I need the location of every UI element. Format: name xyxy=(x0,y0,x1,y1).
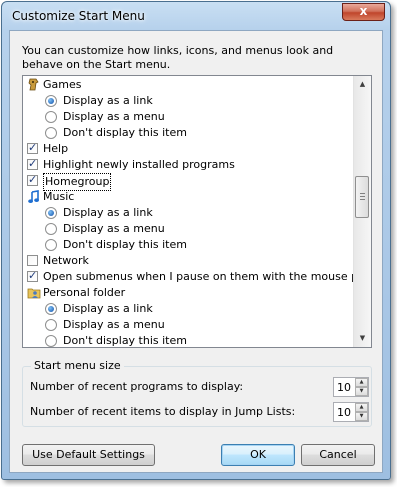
close-button[interactable]: x xyxy=(342,3,385,21)
spin-up-icon[interactable]: ▲ xyxy=(355,378,368,387)
list-scrollbar[interactable]: ▲ ▼ xyxy=(353,76,371,347)
description-text: You can customize how links, icons, and … xyxy=(22,44,334,71)
radio-label[interactable]: Display as a link xyxy=(63,93,153,109)
list-header: Personal folder xyxy=(23,285,353,301)
spin-down-icon[interactable]: ▼ xyxy=(355,387,368,396)
radio-button[interactable] xyxy=(45,111,57,123)
checkbox[interactable] xyxy=(27,156,38,172)
checkbox[interactable] xyxy=(27,255,38,266)
list-radio-item[interactable]: Display as a link xyxy=(23,205,353,221)
radio-label[interactable]: Don't display this item xyxy=(63,237,187,253)
recent-programs-value[interactable]: 10 xyxy=(337,381,351,394)
checkbox-label[interactable]: Help xyxy=(43,141,68,157)
scroll-up-icon[interactable]: ▲ xyxy=(354,76,371,93)
radio-label[interactable]: Don't display this item xyxy=(63,125,187,141)
checkbox-label[interactable]: Open submenus when I pause on them with … xyxy=(43,269,371,285)
cancel-button[interactable]: Cancel xyxy=(301,444,375,466)
radio-button[interactable] xyxy=(45,127,57,139)
list-checkbox-item[interactable]: Help xyxy=(23,140,353,157)
list-radio-item[interactable]: Don't display this item xyxy=(23,125,353,141)
close-icon: x xyxy=(359,4,368,18)
list-checkbox-item[interactable]: Homegroup xyxy=(23,172,353,191)
start-menu-size-title: Start menu size xyxy=(31,359,124,372)
radio-button[interactable] xyxy=(45,207,57,219)
spin-up-icon[interactable]: ▲ xyxy=(355,403,368,412)
radio-label[interactable]: Don't display this item xyxy=(63,333,187,347)
checkbox-label[interactable]: Network xyxy=(43,253,89,269)
list-radio-item[interactable]: Don't display this item xyxy=(23,237,353,253)
games-icon xyxy=(28,78,39,91)
list-radio-item[interactable]: Display as a menu xyxy=(23,221,353,237)
list-header-label: Personal folder xyxy=(43,286,126,299)
list-radio-item[interactable]: Display as a menu xyxy=(23,317,353,333)
recent-programs-label: Number of recent programs to display: xyxy=(30,380,244,393)
radio-label[interactable]: Display as a menu xyxy=(63,109,165,125)
radio-button[interactable] xyxy=(45,319,57,331)
music-icon xyxy=(28,190,39,203)
list-header-label: Games xyxy=(43,78,82,91)
title-bar[interactable]: Customize Start Menu x xyxy=(2,2,390,30)
checkbox[interactable] xyxy=(27,140,38,156)
radio-label[interactable]: Display as a link xyxy=(63,205,153,221)
recent-items-value[interactable]: 10 xyxy=(337,406,351,419)
recent-items-label: Number of recent items to display in Jum… xyxy=(30,405,296,418)
list-checkbox-item[interactable]: Highlight newly installed programs xyxy=(23,156,353,173)
window-title: Customize Start Menu xyxy=(12,9,145,23)
radio-button[interactable] xyxy=(45,95,57,107)
radio-label[interactable]: Display as a menu xyxy=(63,221,165,237)
list-radio-item[interactable]: Display as a link xyxy=(23,301,353,317)
dialog-body: You can customize how links, icons, and … xyxy=(9,30,383,473)
radio-button[interactable] xyxy=(45,223,57,235)
list-header-label: Music xyxy=(43,190,75,203)
checkbox[interactable] xyxy=(27,268,38,284)
options-list[interactable]: Games Display as a link Display as a menu D… xyxy=(22,75,372,348)
recent-items-spinner[interactable]: 10 ▲ ▼ xyxy=(333,402,369,422)
recent-programs-spinner[interactable]: 10 ▲ ▼ xyxy=(333,377,369,397)
radio-button[interactable] xyxy=(45,303,57,315)
personal-folder-icon xyxy=(27,288,41,299)
list-header: Music xyxy=(23,189,353,205)
list-radio-item[interactable]: Display as a menu xyxy=(23,109,353,125)
radio-button[interactable] xyxy=(45,239,57,251)
radio-button[interactable] xyxy=(45,335,57,347)
radio-label[interactable]: Display as a link xyxy=(63,301,153,317)
use-default-settings-button[interactable]: Use Default Settings xyxy=(22,444,155,466)
list-checkbox-item[interactable]: Network xyxy=(23,253,353,269)
spin-down-icon[interactable]: ▼ xyxy=(355,412,368,421)
checkbox[interactable] xyxy=(27,172,38,188)
customize-start-menu-window: Customize Start Menu x You can customize… xyxy=(1,1,391,480)
ok-button[interactable]: OK xyxy=(221,444,295,466)
list-radio-item[interactable]: Display as a link xyxy=(23,93,353,109)
list-header: Games xyxy=(23,77,353,93)
list-checkbox-item[interactable]: Open submenus when I pause on them with … xyxy=(23,268,371,285)
scroll-thumb[interactable] xyxy=(355,176,369,218)
radio-label[interactable]: Display as a menu xyxy=(63,317,165,333)
start-menu-size-group: Start menu size Number of recent program… xyxy=(22,359,372,427)
checkbox-label[interactable]: Highlight newly installed programs xyxy=(43,157,235,173)
list-radio-item[interactable]: Don't display this item xyxy=(23,333,353,347)
scroll-down-icon[interactable]: ▼ xyxy=(354,330,371,347)
